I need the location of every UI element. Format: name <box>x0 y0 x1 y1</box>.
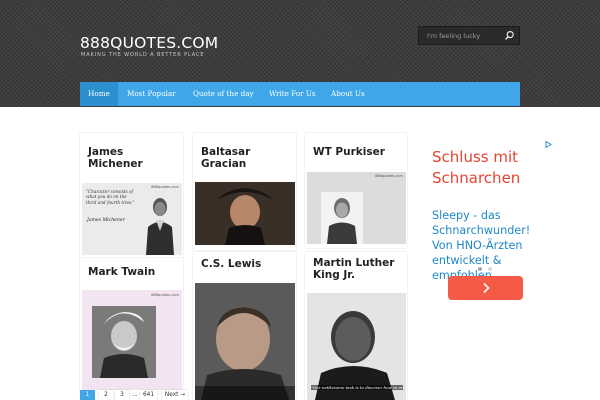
main-nav: Home Most Popular Quote of the day Write… <box>80 82 520 106</box>
image-quote-text: "Our nettlesome task is to discover how … <box>311 385 403 390</box>
site-tagline: MAKING THE WORLD A BETTER PLACE <box>81 52 205 58</box>
search-box <box>418 26 520 45</box>
page-ellipsis: ... <box>132 392 138 398</box>
quote-card[interactable]: C.S. Lewis <box>193 252 296 400</box>
ad-banner[interactable]: Schluss mit Schnarchen Sleepy - das Schn… <box>417 133 555 400</box>
quote-card[interactable]: Martin Luther King Jr. 888quotes.com "Ou… <box>305 252 407 400</box>
ad-page-dot[interactable] <box>488 267 492 271</box>
quote-image[interactable]: 888quotes.com "Our nettlesome task is to… <box>307 293 406 400</box>
ad-body[interactable]: Sleepy - das Schnarchwunder! Von HNO-Ärz… <box>432 208 552 283</box>
nav-item-quote-of-the-day[interactable]: Quote of the day <box>193 82 254 106</box>
card-title[interactable]: James Michener <box>88 146 180 170</box>
search-icon[interactable] <box>504 30 515 41</box>
portrait-illustration <box>307 293 406 400</box>
nav-item-home[interactable]: Home <box>80 82 118 106</box>
image-caption: James Michener <box>87 218 125 223</box>
ad-cta-button[interactable] <box>448 276 523 300</box>
page-link-3[interactable]: 3 <box>115 390 129 400</box>
page-link-2[interactable]: 2 <box>99 390 113 400</box>
nav-item-write-for-us[interactable]: Write For Us <box>269 82 316 106</box>
card-title[interactable]: Baltasar Gracian <box>201 146 293 170</box>
quote-card[interactable]: WT Purkiser 888quotes.com <box>305 133 407 248</box>
ad-page-dot-active[interactable] <box>478 267 482 271</box>
quote-card[interactable]: Baltasar Gracian 888quotes.com <box>193 133 296 250</box>
portrait-illustration <box>321 192 363 244</box>
quote-image[interactable]: 888quotes.com <box>82 290 182 390</box>
nav-item-most-popular[interactable]: Most Popular <box>127 82 176 106</box>
card-title[interactable]: Martin Luther King Jr. <box>313 257 405 281</box>
search-input[interactable] <box>419 27 499 44</box>
portrait-illustration <box>195 283 295 400</box>
nav-item-about-us[interactable]: About Us <box>331 82 365 106</box>
portrait-illustration <box>92 306 156 378</box>
portrait-illustration <box>195 182 295 245</box>
next-page-link[interactable]: Next → <box>162 390 188 400</box>
portrait-illustration <box>146 198 174 255</box>
quote-card[interactable]: Mark Twain 888quotes.com <box>80 258 183 393</box>
quote-image[interactable] <box>195 283 295 400</box>
quote-image[interactable]: 888quotes.com <box>195 182 295 245</box>
page-link-last[interactable]: 641 <box>140 390 157 400</box>
ad-headline[interactable]: Schluss mit Schnarchen <box>432 147 557 189</box>
image-quote-text: "Character consists of what you do on th… <box>86 189 135 205</box>
quote-image[interactable]: 888quotes.com <box>307 172 406 244</box>
card-title[interactable]: C.S. Lewis <box>201 258 293 270</box>
card-title[interactable]: WT Purkiser <box>313 146 405 158</box>
page-link-1[interactable]: 1 <box>80 390 95 400</box>
quote-image[interactable]: 888quotes.com "Character consists of wha… <box>82 183 182 255</box>
quote-card[interactable]: James Michener 888quotes.com "Character … <box>80 133 183 258</box>
site-header: 888QUOTES.COM MAKING THE WORLD A BETTER … <box>0 0 600 107</box>
chevron-right-icon <box>483 282 490 294</box>
site-title[interactable]: 888QUOTES.COM <box>80 34 218 52</box>
card-title[interactable]: Mark Twain <box>88 266 180 278</box>
